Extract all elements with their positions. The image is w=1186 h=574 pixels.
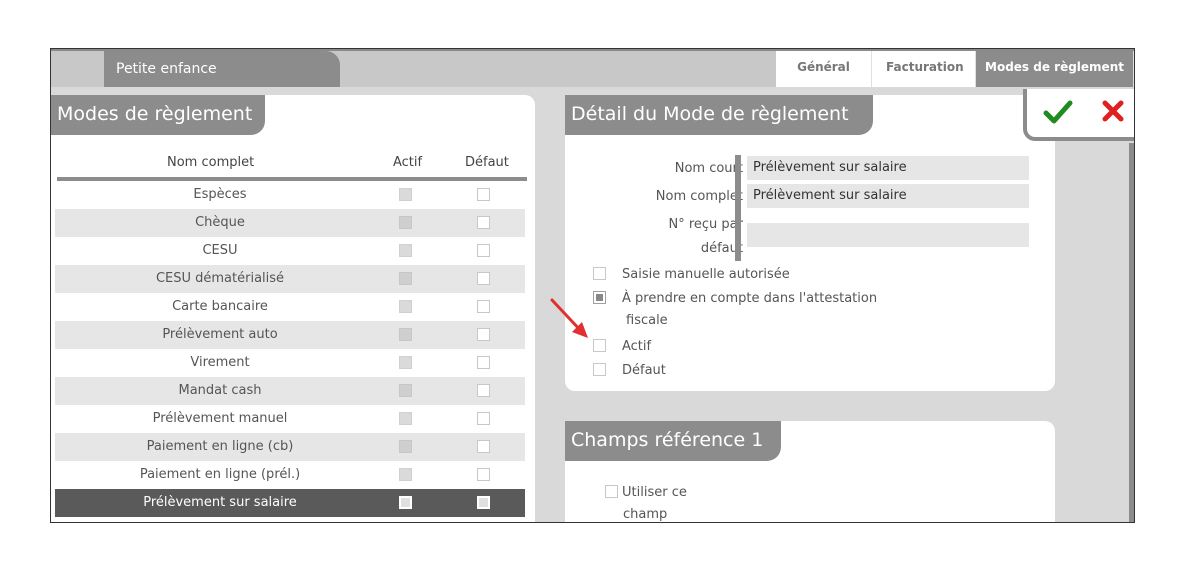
defaut-checkbox bbox=[477, 384, 490, 397]
scrollbar[interactable] bbox=[1129, 143, 1134, 522]
defaut-checkbox bbox=[477, 412, 490, 425]
modes-table: Espèces Chèque CESU CESU dématérialisé C… bbox=[55, 181, 525, 517]
defaut-option[interactable]: Défaut bbox=[593, 361, 666, 378]
table-row[interactable]: Prélèvement manuel bbox=[55, 405, 525, 433]
champs-reference-panel: Champs référence 1 Utiliser ce champ bbox=[565, 421, 1055, 522]
utiliser-option[interactable]: Utiliser ce bbox=[605, 483, 687, 500]
app-tab[interactable]: Petite enfance bbox=[104, 51, 340, 87]
actif-checkbox bbox=[399, 188, 412, 201]
table-row[interactable]: Paiement en ligne (prél.) bbox=[55, 461, 525, 489]
defaut-checkbox bbox=[477, 188, 490, 201]
tab-modes-de-reglement[interactable]: Modes de règlement bbox=[976, 51, 1134, 87]
red-arrow-icon bbox=[550, 298, 588, 338]
column-nom-complet: Nom complet bbox=[167, 155, 255, 170]
defaut-checkbox bbox=[477, 496, 490, 509]
actif-checkbox bbox=[399, 384, 412, 397]
defaut-checkbox bbox=[477, 244, 490, 257]
check-icon[interactable] bbox=[1043, 99, 1073, 125]
panel-title: Détail du Mode de règlement bbox=[565, 95, 873, 135]
actif-checkbox bbox=[399, 412, 412, 425]
table-row[interactable]: CESU bbox=[55, 237, 525, 265]
nom-complet-field[interactable]: Prélèvement sur salaire bbox=[747, 184, 1029, 208]
table-header: Nom complet Actif Défaut bbox=[57, 155, 527, 181]
table-row[interactable]: Carte bancaire bbox=[55, 293, 525, 321]
defaut-checkbox bbox=[477, 272, 490, 285]
modes-list-panel: Modes de règlement Nom complet Actif Déf… bbox=[51, 95, 535, 522]
table-row[interactable]: Mandat cash bbox=[55, 377, 525, 405]
defaut-checkbox bbox=[477, 328, 490, 341]
table-row[interactable]: Paiement en ligne (cb) bbox=[55, 433, 525, 461]
actif-checkbox bbox=[399, 216, 412, 229]
defaut-checkbox bbox=[477, 468, 490, 481]
defaut-checkbox[interactable] bbox=[593, 363, 606, 376]
recu-field[interactable] bbox=[747, 223, 1029, 247]
panel-title: Champs référence 1 bbox=[565, 421, 781, 461]
attestation-option[interactable]: À prendre en compte dans l'attestation bbox=[593, 289, 877, 306]
nom-court-label: Nom court bbox=[674, 161, 743, 176]
tab-facturation[interactable]: Facturation bbox=[872, 51, 976, 87]
table-row-selected[interactable]: Prélèvement sur salaire bbox=[55, 489, 525, 517]
defaut-checkbox bbox=[477, 440, 490, 453]
actif-checkbox bbox=[399, 468, 412, 481]
saisie-checkbox[interactable] bbox=[593, 267, 606, 280]
tabs: Général Facturation Modes de règlement bbox=[776, 51, 1134, 87]
panel-title: Modes de règlement bbox=[51, 95, 265, 135]
table-row[interactable]: Prélèvement auto bbox=[55, 321, 525, 349]
defaut-checkbox bbox=[477, 356, 490, 369]
actif-checkbox bbox=[399, 300, 412, 313]
actif-checkbox bbox=[399, 440, 412, 453]
label-divider bbox=[735, 155, 741, 261]
nom-court-field[interactable]: Prélèvement sur salaire bbox=[747, 156, 1029, 180]
detail-panel: Détail du Mode de règlement Nom court No… bbox=[565, 95, 1055, 391]
saisie-option[interactable]: Saisie manuelle autorisée bbox=[593, 265, 790, 282]
utiliser-label-2: champ bbox=[623, 507, 668, 522]
attestation-label-2: fiscale bbox=[626, 313, 668, 328]
defaut-checkbox bbox=[477, 300, 490, 313]
actif-checkbox bbox=[399, 244, 412, 257]
nom-complet-label: Nom complet bbox=[655, 189, 743, 204]
actif-checkbox bbox=[399, 496, 412, 509]
table-row[interactable]: Chèque bbox=[55, 209, 525, 237]
actif-checkbox bbox=[399, 272, 412, 285]
utiliser-checkbox[interactable] bbox=[605, 485, 618, 498]
defaut-checkbox bbox=[477, 216, 490, 229]
table-row[interactable]: Espèces bbox=[55, 181, 525, 209]
table-row[interactable]: CESU dématérialisé bbox=[55, 265, 525, 293]
app-window: Petite enfance Général Facturation Modes… bbox=[50, 48, 1135, 523]
top-bar: Petite enfance Général Facturation Modes… bbox=[51, 49, 1134, 87]
table-row[interactable]: Virement bbox=[55, 349, 525, 377]
column-defaut: Défaut bbox=[465, 155, 509, 170]
recu-label: N° reçu par bbox=[668, 217, 744, 232]
tab-general[interactable]: Général bbox=[776, 51, 872, 87]
actif-checkbox bbox=[399, 328, 412, 341]
actif-checkbox bbox=[399, 356, 412, 369]
action-box bbox=[1023, 89, 1134, 141]
actif-option[interactable]: Actif bbox=[593, 337, 651, 354]
close-icon[interactable] bbox=[1101, 99, 1125, 123]
column-actif: Actif bbox=[393, 155, 423, 170]
